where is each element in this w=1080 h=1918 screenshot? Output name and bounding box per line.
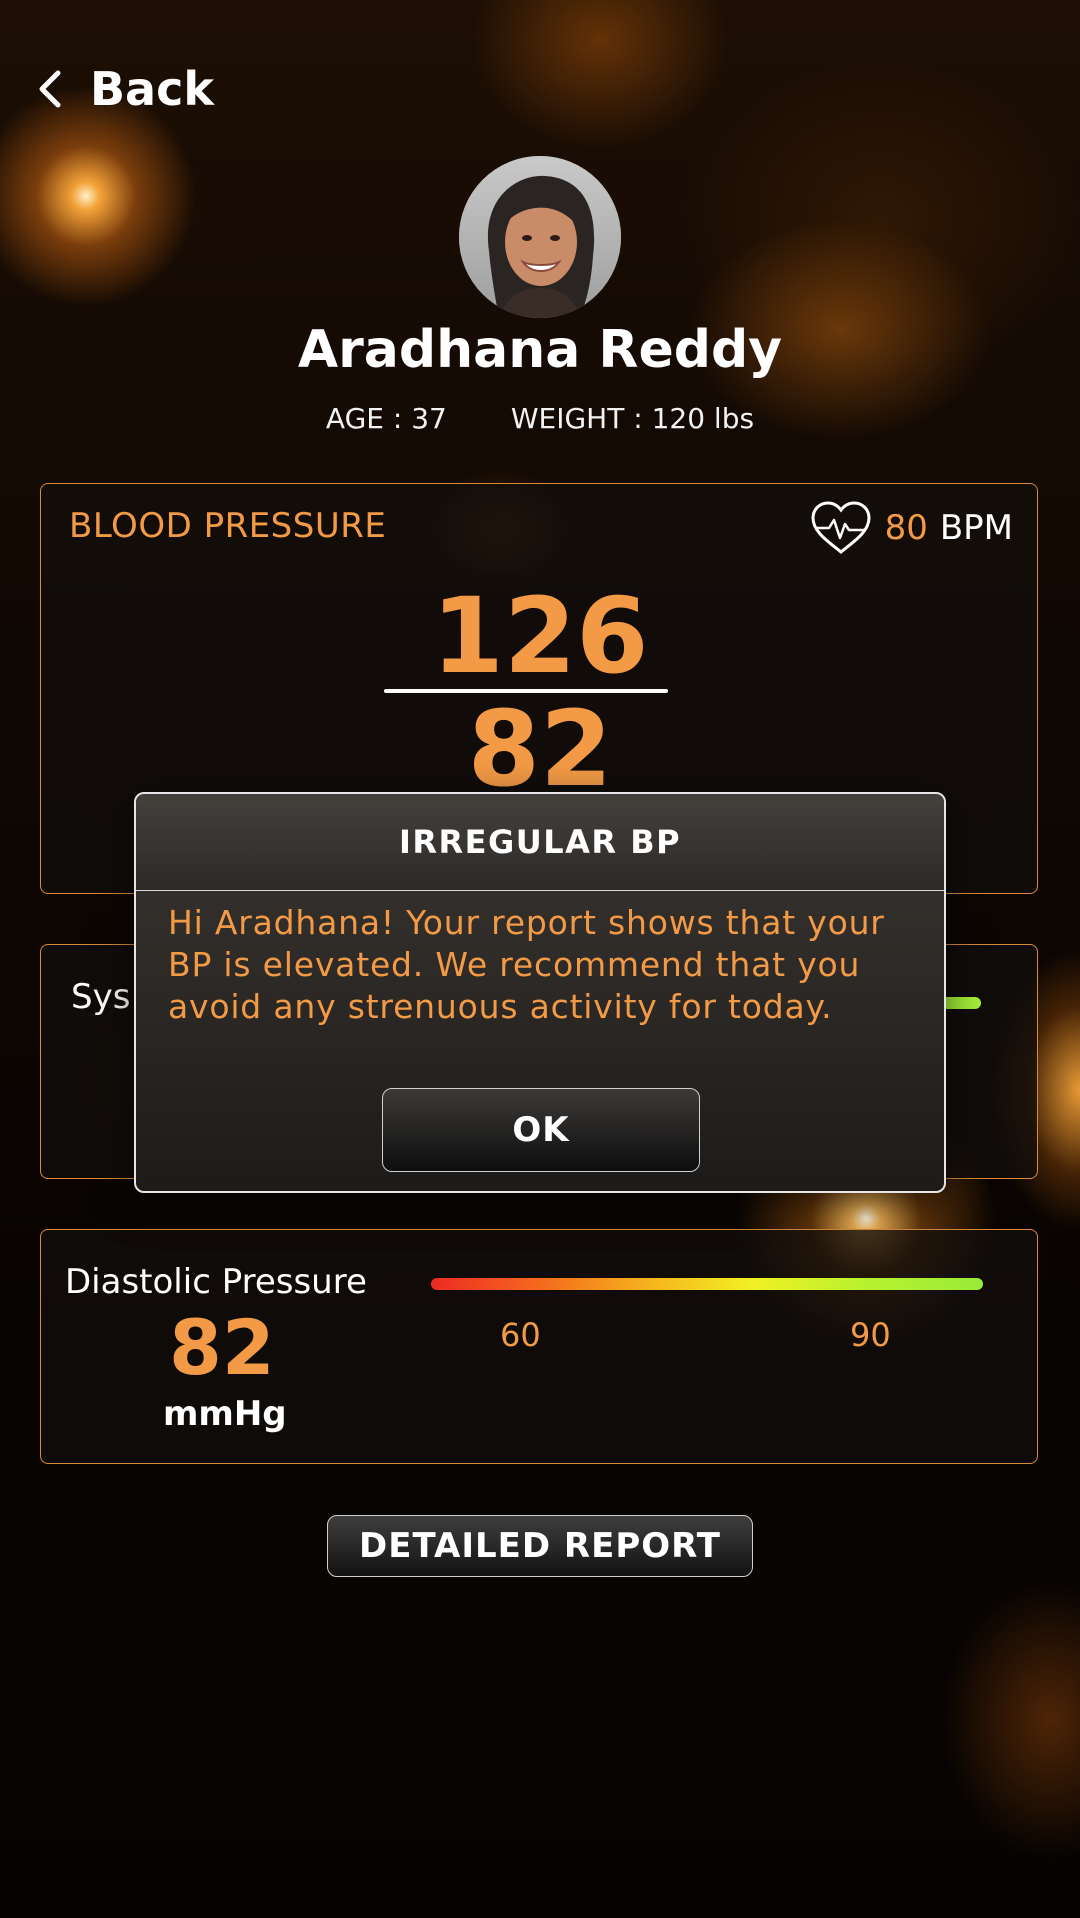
age-label: AGE : 37 (325, 402, 447, 435)
irregular-bp-dialog: IRREGULAR BP Hi Aradhana! Your report sh… (134, 792, 946, 1193)
systolic-label: Sys (71, 977, 131, 1017)
diastolic-range-bar (431, 1278, 983, 1290)
dialog-message: Hi Aradhana! Your report shows that your… (168, 903, 885, 1026)
back-label: Back (90, 62, 214, 116)
dialog-title: IRREGULAR BP (136, 794, 944, 891)
diastolic-unit: mmHg (163, 1394, 287, 1434)
systolic-value: 126 (431, 575, 649, 697)
screen: Back Aradhana Reddy AGE: 37 WEIGHT: 12… (0, 0, 1080, 1918)
diastolic-card-value: 82 (169, 1303, 275, 1392)
diastolic-label: Diastolic Pressure (65, 1262, 367, 1302)
heart-pulse-icon (811, 501, 871, 554)
diastolic-scale-high: 90 (850, 1316, 891, 1354)
diastolic-scale-low: 60 (500, 1316, 541, 1354)
patient-meta: AGE : 37 WEIGHT : 120 lbs (0, 402, 1080, 435)
weight-label: WEIGHT : 120 lbs (510, 402, 755, 435)
avatar-photo (459, 156, 621, 318)
chevron-left-icon (39, 70, 61, 108)
detailed-report-button[interactable]: DETAILED REPORT (327, 1515, 753, 1577)
ok-button[interactable]: OK (382, 1088, 700, 1172)
diastolic-value: 82 (467, 688, 613, 810)
heart-rate: 80 BPM (809, 500, 1013, 556)
blood-pressure-title: BLOOD PRESSURE (69, 506, 387, 546)
bpm-unit: BPM (939, 508, 1013, 548)
bpm-value: 80 (884, 508, 928, 548)
avatar (459, 156, 621, 318)
back-button[interactable]: Back (36, 62, 214, 116)
patient-name: Aradhana Reddy (297, 320, 783, 380)
diastolic-card: Diastolic Pressure 82 mmHg 60 90 (40, 1229, 1038, 1464)
